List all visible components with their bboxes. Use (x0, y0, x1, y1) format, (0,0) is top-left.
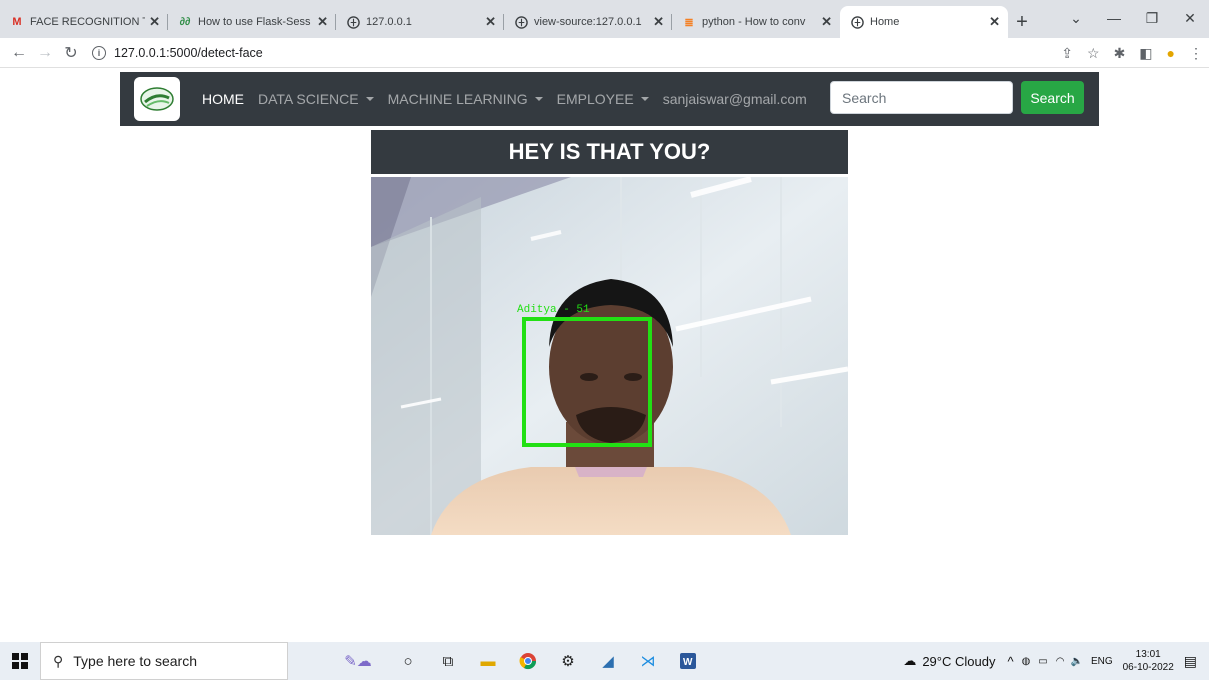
close-tab-icon[interactable]: ✕ (485, 14, 496, 30)
settings-gear-icon[interactable]: ⚙ (548, 642, 588, 680)
url-text: 127.0.0.1:5000/detect-face (114, 45, 263, 60)
network-icon[interactable]: ◍ (1022, 656, 1031, 667)
browser-tab-strip: M FACE RECOGNITION T ✕ ∂∂ How to use Fla… (0, 0, 1209, 38)
taskbar-search-placeholder: Type here to search (73, 653, 198, 669)
word-icon[interactable]: W (668, 642, 708, 680)
taskbar-apps: ✎☁ ○ ⧉ ▬ ⚙ ◢ ⋊ W (328, 642, 708, 680)
bookmark-star-icon[interactable]: ☆ (1087, 45, 1100, 62)
site-logo[interactable] (134, 77, 180, 121)
profile-avatar[interactable]: ● (1167, 45, 1175, 61)
site-search-input[interactable]: Search (830, 81, 1013, 114)
browser-toolbar: ← → ↻ i 127.0.0.1:5000/detect-face ⇪ ☆ ✱… (0, 38, 1209, 68)
nav-label: EMPLOYEE (556, 91, 634, 107)
restore-button[interactable]: ❐ (1133, 10, 1171, 27)
editor-app-icon[interactable]: ◢ (588, 642, 628, 680)
tab-label: FACE RECOGNITION T (30, 16, 146, 28)
back-icon[interactable]: ← (6, 44, 32, 62)
wifi-icon[interactable]: ◠ (1056, 656, 1065, 667)
nav-user-email[interactable]: sanjaiswar@gmail.com (663, 91, 807, 107)
reload-icon[interactable]: ↻ (58, 43, 84, 63)
clock-time: 13:01 (1135, 649, 1161, 660)
language-indicator[interactable]: ENG (1091, 656, 1113, 667)
menu-icon[interactable]: ⋮ (1189, 45, 1203, 62)
nav-data-science[interactable]: DATA SCIENCE (258, 91, 374, 107)
show-hidden-icons-icon[interactable]: ^ (1007, 654, 1013, 669)
clock[interactable]: 13:01 06-10-2022 (1123, 648, 1174, 674)
tab-gmail[interactable]: M FACE RECOGNITION T ✕ (0, 6, 168, 38)
cortana-icon[interactable]: ○ (388, 642, 428, 680)
gmail-icon: M (12, 16, 22, 28)
tab-label: Home (870, 16, 900, 28)
side-panel-icon[interactable]: ◧ (1139, 45, 1152, 62)
notification-icon[interactable]: ▤ (1184, 653, 1197, 670)
tab-label: python - How to conv (702, 16, 806, 28)
tab-stackoverflow[interactable]: ≣ python - How to conv ✕ (672, 6, 840, 38)
widget-illustration-icon[interactable]: ✎☁ (328, 642, 388, 680)
vscode-icon[interactable]: ⋊ (628, 642, 668, 680)
nav-home[interactable]: HOME (202, 91, 244, 107)
taskbar-search-input[interactable]: ⚲ Type here to search (40, 642, 288, 680)
nav-employee[interactable]: EMPLOYEE (557, 91, 649, 107)
weather-text[interactable]: 29°C Cloudy (922, 654, 995, 669)
system-tray: ☁ 29°C Cloudy ^ ◍ ▭ ◠ 🔈 ENG 13:01 06-10-… (903, 642, 1209, 680)
nav-label: DATA SCIENCE (258, 91, 359, 107)
tab-label: 127.0.0.1 (366, 16, 412, 28)
close-tab-icon[interactable]: ✕ (149, 14, 160, 30)
tab-home[interactable]: Home ✕ (840, 6, 1008, 38)
tab-flask-session[interactable]: ∂∂ How to use Flask-Sess ✕ (168, 6, 336, 38)
tab-label: How to use Flask-Sess (198, 16, 311, 28)
site-search-button[interactable]: Search (1021, 81, 1084, 114)
site-info-icon[interactable]: i (92, 45, 106, 60)
file-explorer-icon[interactable]: ▬ (468, 642, 508, 680)
face-label: Aditya - 51 (517, 304, 590, 316)
globe-icon (346, 15, 360, 29)
tab-label: view-source:127.0.0.1 (534, 16, 642, 28)
windows-logo-icon (12, 653, 28, 669)
new-tab-button[interactable]: + (1008, 6, 1036, 38)
caret-down-icon (365, 97, 374, 101)
page-heading: HEY IS THAT YOU? (371, 130, 848, 174)
extensions-icon[interactable]: ✱ (1114, 45, 1126, 62)
webcam-image: Aditya - 51 (371, 177, 848, 535)
nav-machine-learning[interactable]: MACHINE LEARNING (388, 91, 543, 107)
window-controls: ⌄ — ❐ ✕ (1057, 0, 1209, 36)
globe-icon (850, 15, 864, 29)
close-tab-icon[interactable]: ✕ (821, 14, 832, 30)
site-navbar: HOME DATA SCIENCE MACHINE LEARNING EMPLO… (120, 72, 1099, 126)
share-icon[interactable]: ⇪ (1061, 45, 1073, 62)
caret-down-icon (640, 97, 649, 101)
tab-search-icon[interactable]: ⌄ (1057, 10, 1095, 27)
stackoverflow-icon: ≣ (684, 16, 694, 29)
globe-icon (514, 15, 528, 29)
chrome-icon[interactable] (508, 642, 548, 680)
nav-label: MACHINE LEARNING (387, 91, 528, 107)
nav-links: HOME DATA SCIENCE MACHINE LEARNING EMPLO… (202, 91, 821, 107)
minimize-button[interactable]: — (1095, 10, 1133, 26)
search-icon: ⚲ (53, 652, 64, 669)
geeksforgeeks-icon: ∂∂ (179, 16, 191, 28)
caret-down-icon (534, 97, 543, 101)
close-tab-icon[interactable]: ✕ (653, 14, 664, 30)
screen: M FACE RECOGNITION T ✕ ∂∂ How to use Fla… (0, 0, 1209, 680)
weather-icon: ☁ (903, 653, 917, 668)
battery-icon[interactable]: ▭ (1038, 656, 1047, 667)
address-bar[interactable]: i 127.0.0.1:5000/detect-face (92, 45, 263, 60)
taskbar: ⚲ Type here to search ✎☁ ○ ⧉ ▬ ⚙ ◢ ⋊ W ☁… (0, 642, 1209, 680)
webcam-frame: Aditya - 51 (371, 177, 848, 535)
close-tab-icon[interactable]: ✕ (317, 14, 328, 30)
tab-view-source[interactable]: view-source:127.0.0.1 ✕ (504, 6, 672, 38)
clock-date: 06-10-2022 (1122, 662, 1174, 673)
close-window-button[interactable]: ✕ (1171, 10, 1209, 27)
task-view-icon[interactable]: ⧉ (428, 642, 468, 680)
svg-text:W: W (683, 657, 693, 668)
forward-icon[interactable]: → (32, 44, 58, 62)
volume-icon[interactable]: 🔈 (1070, 656, 1082, 667)
close-tab-icon[interactable]: ✕ (989, 14, 1000, 30)
windows-start-button[interactable] (0, 642, 40, 680)
tab-localhost[interactable]: 127.0.0.1 ✕ (336, 6, 504, 38)
toolbar-actions: ⇪ ☆ ✱ ◧ ● ⋮ (1061, 38, 1203, 68)
